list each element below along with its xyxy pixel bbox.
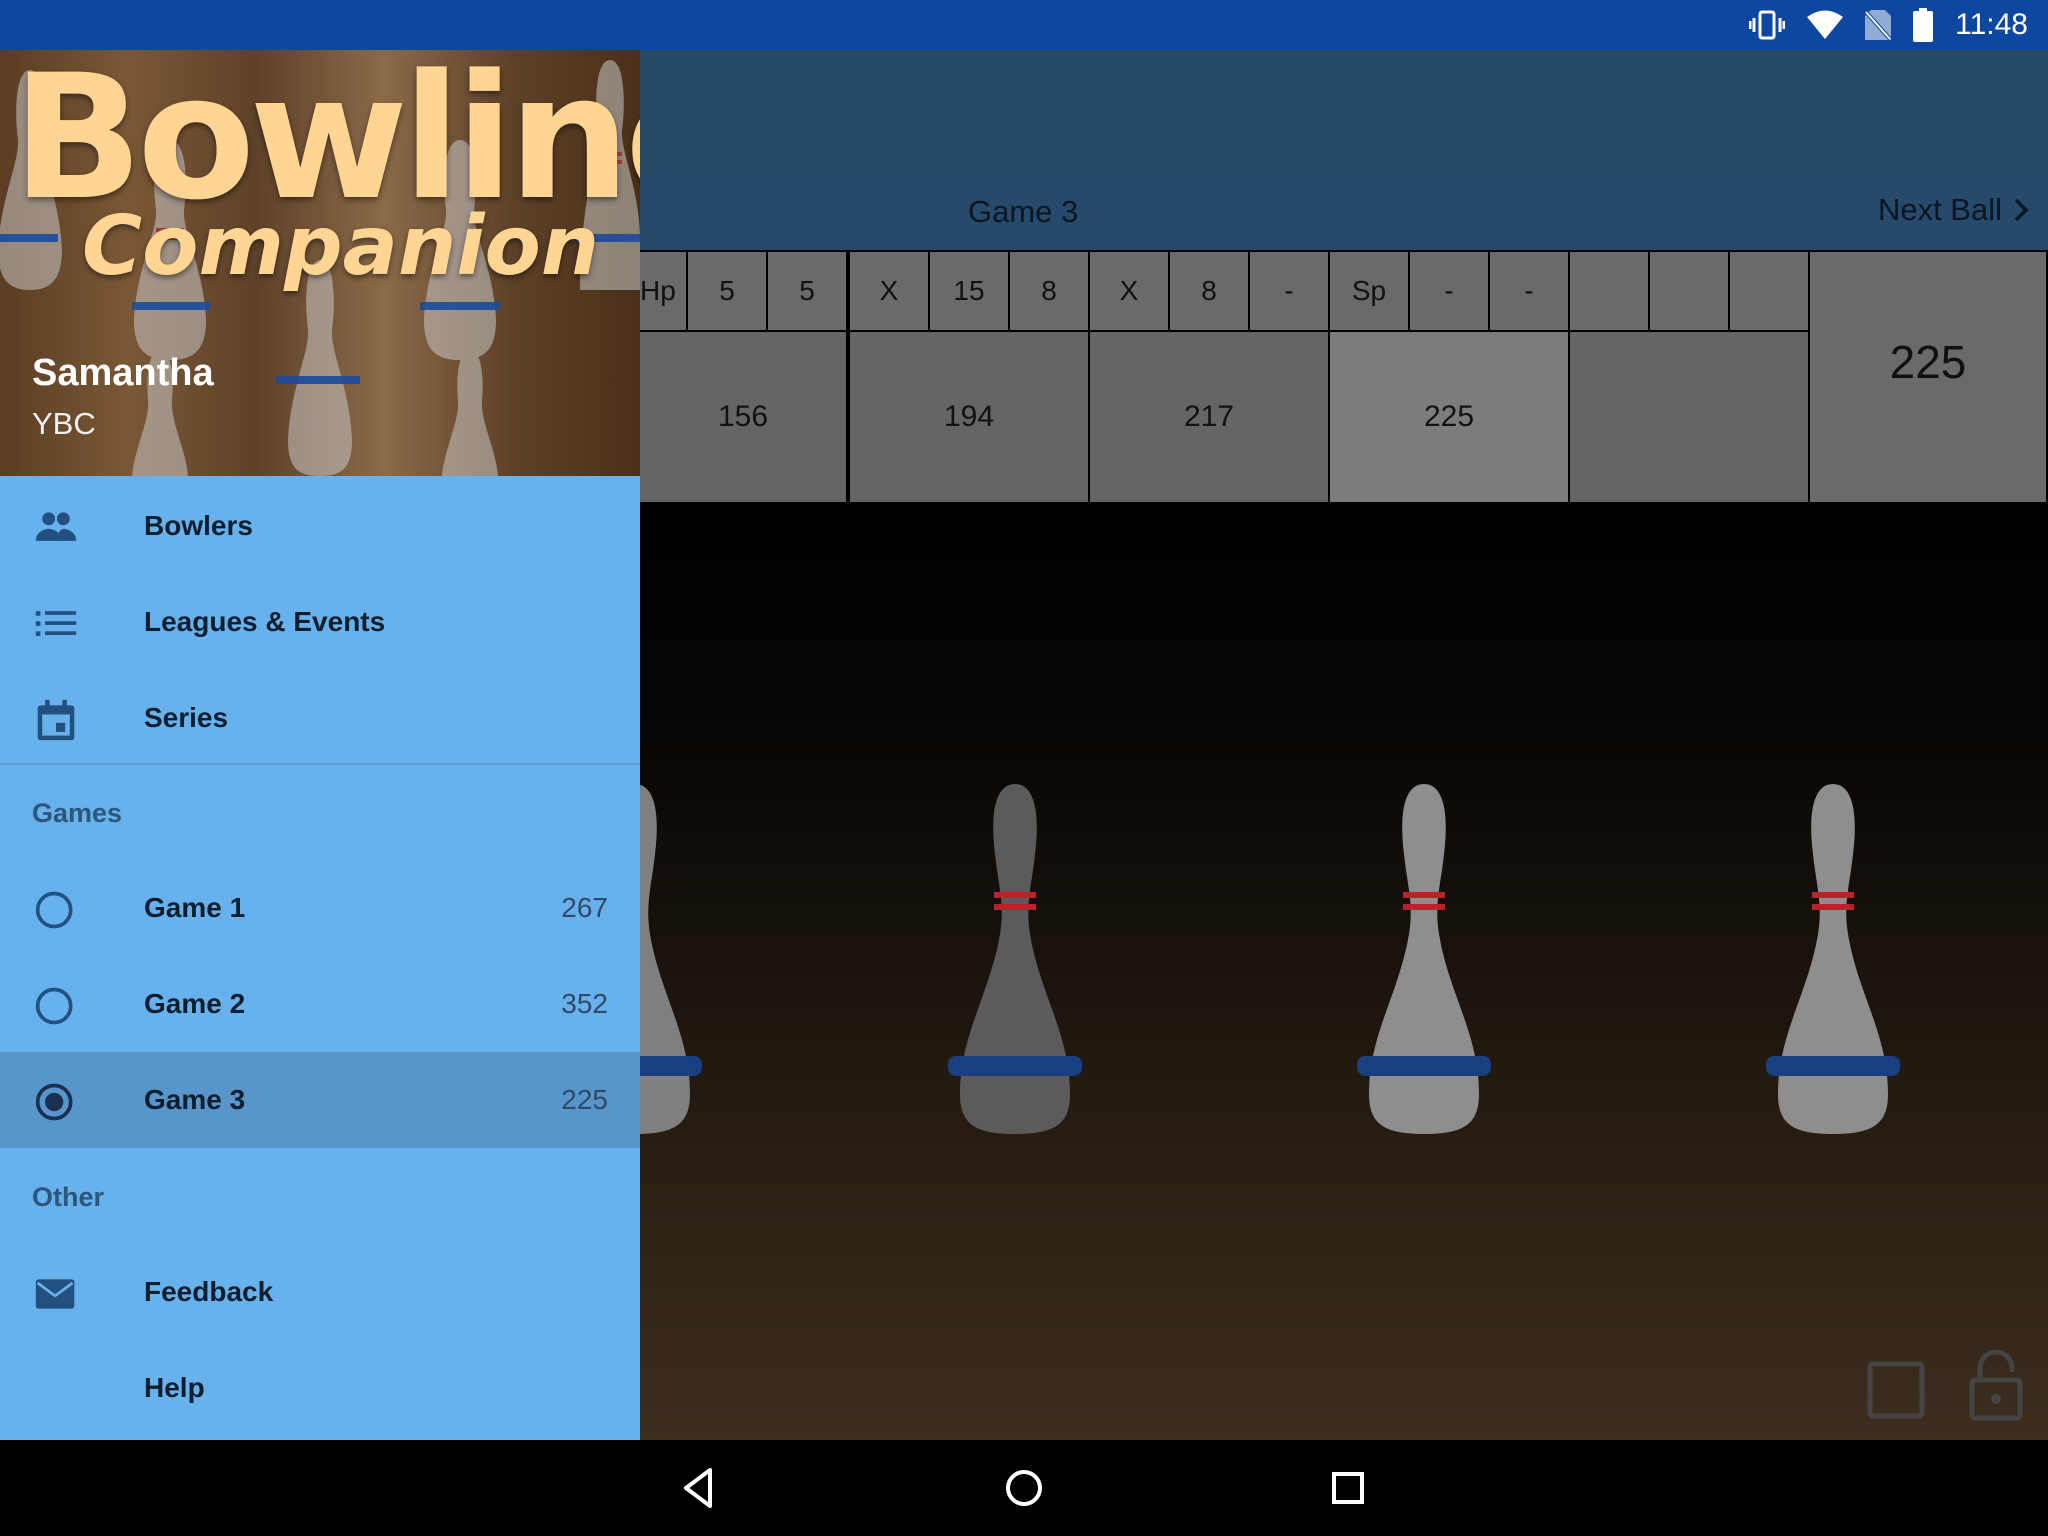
ball-cell[interactable]: 15 <box>930 252 1008 330</box>
battery-icon <box>1913 8 1934 42</box>
nav-item-bowlers[interactable]: Bowlers <box>0 478 640 574</box>
no-sim-icon <box>1865 10 1892 41</box>
status-time: 11:48 <box>1955 8 2028 41</box>
ball-cell[interactable]: 5 <box>688 252 766 330</box>
game-score: 225 <box>561 1084 608 1115</box>
bowling-pin[interactable] <box>1758 764 1908 1144</box>
league-name[interactable]: YBC <box>32 406 96 442</box>
ball-cell[interactable]: Hp <box>640 252 686 330</box>
nav-item-game-2[interactable]: Game 2 352 <box>0 956 640 1052</box>
total-score: 225 <box>1810 252 2046 502</box>
drawer-divider <box>0 763 640 765</box>
game-score: 267 <box>561 892 608 923</box>
nav-label: Game 3 <box>144 1084 246 1115</box>
ball-cell[interactable]: 5 <box>768 252 846 330</box>
radio-checked-icon <box>35 1083 73 1121</box>
nav-label: Game 2 <box>144 988 246 1019</box>
other-section-header: Other <box>32 1182 105 1212</box>
nav-item-feedback[interactable]: Feedback <box>0 1244 640 1340</box>
status-bar: 11:48 <box>0 0 2048 50</box>
nav-item-help[interactable]: Help <box>0 1340 640 1440</box>
ball-cell[interactable]: - <box>1410 252 1488 330</box>
nav-label: Bowlers <box>144 510 253 541</box>
bowler-name[interactable]: Samantha <box>32 352 214 395</box>
chevron-right-icon <box>2014 198 2029 222</box>
bowling-pin[interactable] <box>640 764 710 1144</box>
vibrate-icon <box>1749 10 1786 40</box>
navigation-drawer: Bowling Companion Samantha YBC Bowlers L… <box>0 50 640 1440</box>
nav-label: Game 1 <box>144 892 246 923</box>
nav-item-game-1[interactable]: Game 1 267 <box>0 860 640 956</box>
ball-cell[interactable]: - <box>1490 252 1568 330</box>
frame-score-cell[interactable] <box>1570 332 1808 502</box>
list-icon <box>35 611 77 636</box>
ball-cell[interactable]: 8 <box>1170 252 1248 330</box>
frame-score-cell[interactable]: 225 <box>1330 332 1568 502</box>
ball-cell[interactable] <box>1570 252 1648 330</box>
square-outline-icon[interactable] <box>1864 1358 1928 1422</box>
back-icon[interactable] <box>676 1464 724 1512</box>
radio-unchecked-icon <box>35 987 73 1025</box>
nav-item-leagues-events[interactable]: Leagues & Events <box>0 574 640 670</box>
ball-cell[interactable]: Sp <box>1330 252 1408 330</box>
frame-score-cell[interactable]: 217 <box>1090 332 1328 502</box>
bowling-pin[interactable] <box>940 764 1090 1144</box>
nav-label: Help <box>144 1372 205 1403</box>
bowling-pin[interactable] <box>1349 764 1499 1144</box>
ball-cell[interactable] <box>1730 252 1808 330</box>
calendar-icon <box>37 699 75 741</box>
nav-label: Feedback <box>144 1276 274 1307</box>
people-icon <box>35 512 77 541</box>
home-icon[interactable] <box>1000 1464 1048 1512</box>
nav-item-series[interactable]: Series <box>0 670 640 766</box>
nav-label: Leagues & Events <box>144 606 386 637</box>
games-section-header: Games <box>32 798 123 828</box>
score-sheet: Hp 5 5 X 15 8 X 8 - Sp - - 156 194 217 2… <box>640 250 2048 535</box>
next-ball-label: Next Ball <box>1877 192 2002 227</box>
lock-open-icon[interactable] <box>1964 1350 2028 1422</box>
drawer-header: Bowling Companion Samantha YBC <box>0 50 640 476</box>
mail-icon <box>35 1279 75 1309</box>
ball-cell[interactable]: X <box>1090 252 1168 330</box>
ball-cell[interactable]: X <box>850 252 928 330</box>
ball-cell[interactable]: 8 <box>1010 252 1088 330</box>
lane-view <box>640 504 2048 1440</box>
app-logo-subtitle: Companion <box>82 199 600 294</box>
system-nav-bar <box>0 1440 2048 1536</box>
frame-score-cell[interactable]: 194 <box>850 332 1088 502</box>
nav-label: Series <box>144 702 229 733</box>
game-title: Game 3 <box>968 194 1079 229</box>
ball-cell[interactable] <box>1650 252 1728 330</box>
game-score: 352 <box>561 988 608 1019</box>
recents-icon[interactable] <box>1324 1464 1372 1512</box>
ball-cell[interactable]: - <box>1250 252 1328 330</box>
app-bar <box>640 50 2048 178</box>
nav-item-game-3[interactable]: Game 3 225 <box>0 1052 640 1148</box>
radio-unchecked-icon <box>35 891 73 929</box>
game-bar: Game 3 Next Ball <box>640 178 2048 250</box>
wifi-icon <box>1807 10 1844 39</box>
frame-score-cell[interactable]: 156 <box>640 332 846 502</box>
next-ball-button[interactable]: Next Ball <box>1878 192 2030 228</box>
